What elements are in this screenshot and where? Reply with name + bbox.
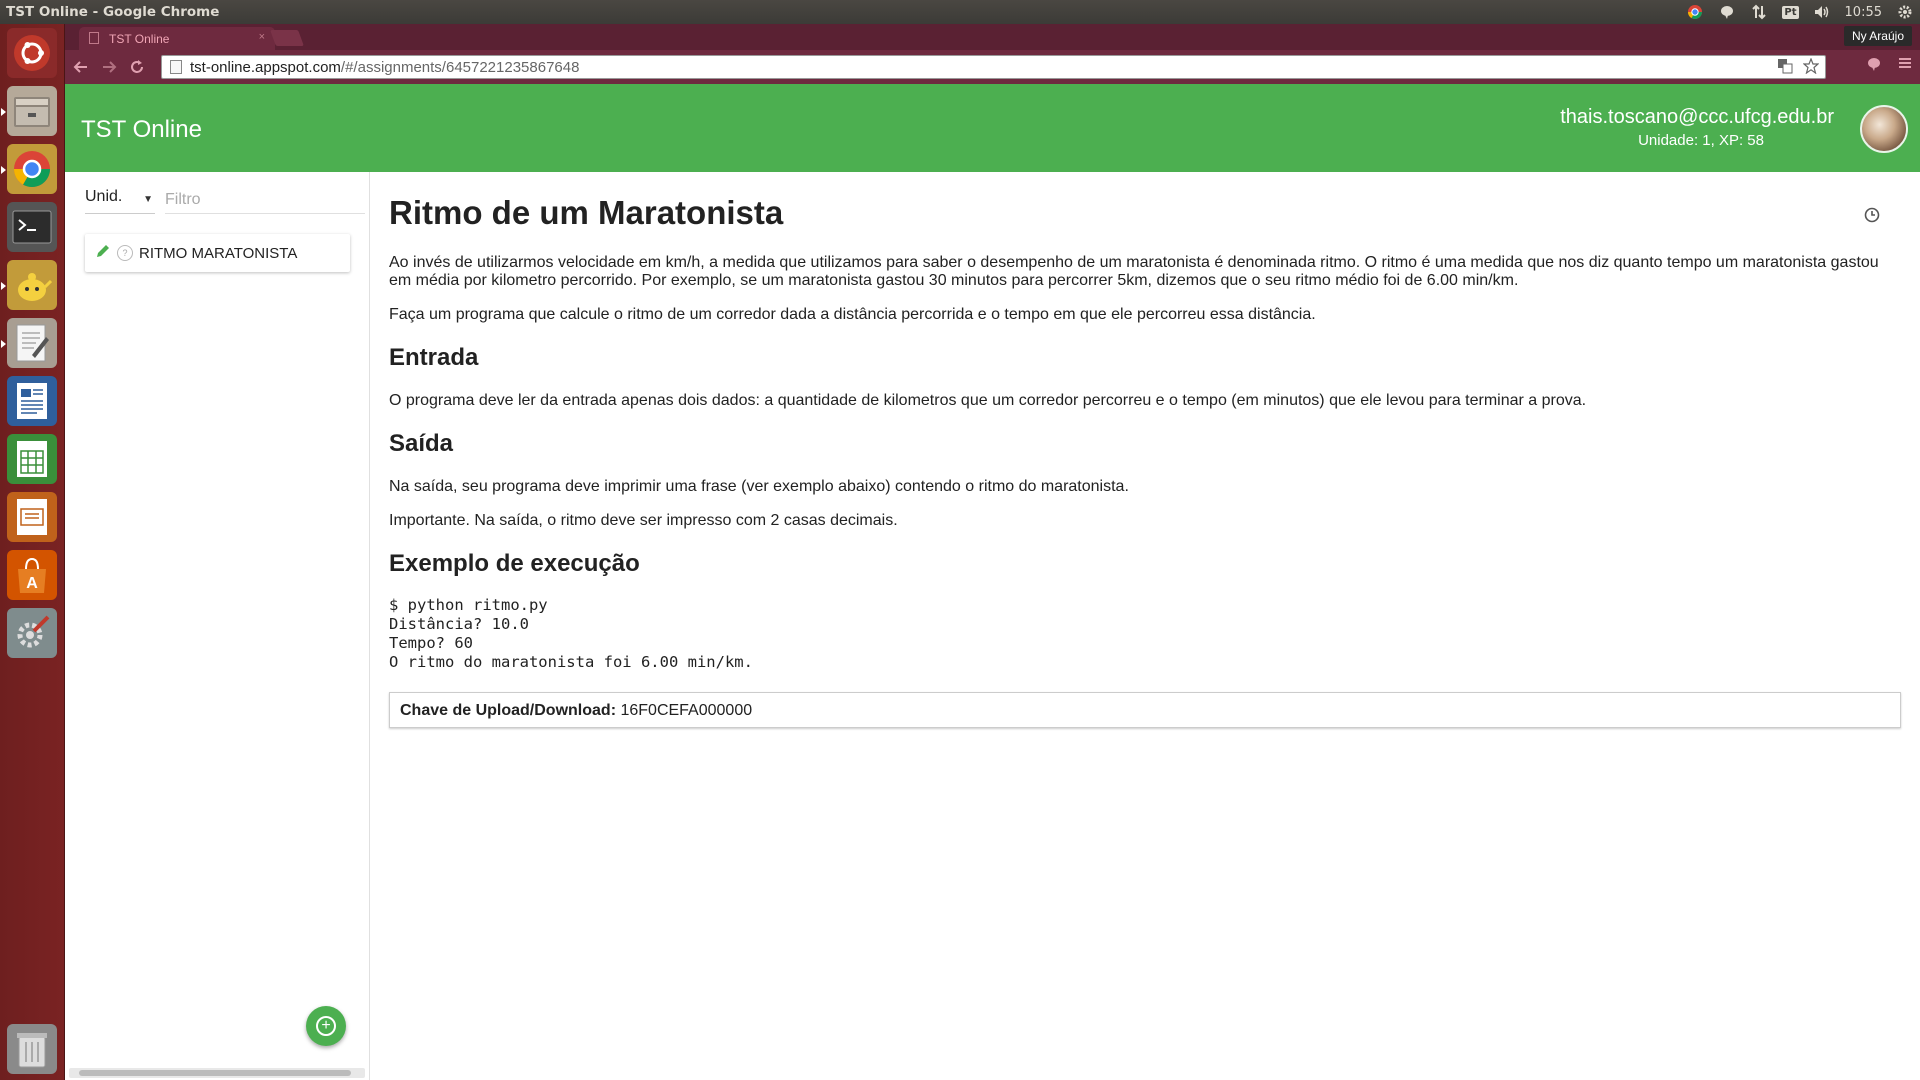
- browser-tab-strip: TST Online × Ny Araújo: [65, 24, 1920, 50]
- list-item[interactable]: ? RITMO MARATONISTA: [85, 234, 350, 272]
- chrome-icon[interactable]: [1, 144, 57, 194]
- clock[interactable]: 10:55: [1845, 5, 1882, 20]
- teapot-icon[interactable]: [1, 260, 57, 310]
- page-icon: [89, 32, 99, 44]
- launcher: A: [0, 24, 65, 1080]
- tab-title: TST Online: [109, 32, 170, 46]
- task-paragraph: Faça um programa que calcule o ritmo de …: [389, 306, 1316, 323]
- extension-icon[interactable]: [1866, 56, 1882, 77]
- output-paragraph: Na saída, seu programa deve imprimir uma…: [389, 478, 1129, 495]
- chrome-indicator-icon[interactable]: [1686, 3, 1704, 21]
- messaging-icon[interactable]: [1718, 3, 1736, 21]
- address-bar[interactable]: tst-online.appspot.com/#/assignments/645…: [161, 55, 1826, 79]
- status-icon: ?: [117, 245, 133, 261]
- ubuntu-dash-icon[interactable]: [7, 28, 57, 78]
- keyboard-language-indicator[interactable]: Pt: [1782, 5, 1799, 19]
- input-paragraph: O programa deve ler da entrada apenas do…: [389, 392, 1587, 409]
- window-title: TST Online - Google Chrome: [6, 4, 220, 20]
- history-icon[interactable]: [1863, 206, 1881, 224]
- unit-select-value: Unid.: [85, 188, 123, 205]
- upload-key-label: Chave de Upload/Download:: [400, 702, 617, 719]
- app-header: TST Online thais.toscano@ccc.ufcg.edu.br…: [65, 84, 1920, 172]
- menu-icon[interactable]: [1898, 56, 1912, 77]
- add-button[interactable]: +: [306, 1006, 346, 1046]
- upload-key-box: Chave de Upload/Download: 16F0CEFA000000: [389, 692, 1901, 728]
- avatar[interactable]: [1860, 105, 1908, 153]
- pencil-icon: [95, 243, 111, 264]
- unit-select[interactable]: Unid. ▼: [85, 188, 155, 214]
- output-heading: Saída: [389, 430, 454, 457]
- user-stats: Unidade: 1, XP: 58: [1638, 132, 1764, 149]
- url-host: tst-online.appspot.com: [190, 58, 341, 76]
- add-icon: +: [316, 1016, 336, 1036]
- filter-input[interactable]: [165, 186, 365, 214]
- settings-icon[interactable]: [7, 608, 57, 658]
- network-icon[interactable]: [1750, 3, 1768, 21]
- terminal-icon[interactable]: [7, 202, 57, 252]
- input-heading: Entrada: [389, 344, 479, 371]
- tab-close-icon[interactable]: ×: [259, 31, 265, 43]
- assignment-content: Ritmo de um Maratonista Ao invés de util…: [389, 172, 1901, 1080]
- new-tab-button[interactable]: [270, 30, 304, 46]
- files-icon[interactable]: [1, 86, 57, 136]
- upload-key-value[interactable]: 16F0CEFA000000: [620, 702, 752, 719]
- assignment-title: RITMO MARATONISTA: [139, 244, 298, 262]
- impress-icon[interactable]: [7, 492, 57, 542]
- intro-paragraph: Ao invés de utilizarmos velocidade em km…: [389, 254, 1879, 289]
- browser-toolbar: tst-online.appspot.com/#/assignments/645…: [65, 50, 1920, 84]
- forward-icon[interactable]: [95, 53, 123, 81]
- code-example: $ python ritmo.py Distância? 10.0 Tempo?…: [389, 596, 753, 671]
- reload-icon[interactable]: [123, 53, 151, 81]
- example-heading: Exemplo de execução: [389, 550, 640, 577]
- calc-icon[interactable]: [7, 434, 57, 484]
- software-center-icon[interactable]: A: [7, 550, 57, 600]
- trash-icon[interactable]: [7, 1024, 57, 1074]
- page-title: Ritmo de um Maratonista: [389, 194, 784, 231]
- writer-icon[interactable]: [7, 376, 57, 426]
- translate-icon[interactable]: [1777, 58, 1793, 78]
- browser-tab[interactable]: TST Online ×: [79, 27, 275, 50]
- text-editor-icon[interactable]: [1, 318, 57, 368]
- os-top-panel: TST Online - Google Chrome Pt 10:55: [0, 0, 1920, 24]
- app-title[interactable]: TST Online: [81, 116, 202, 144]
- svg-text:A: A: [26, 575, 38, 592]
- horizontal-scrollbar[interactable]: [69, 1068, 365, 1078]
- url-path: /#/assignments/6457221235867648: [340, 58, 580, 76]
- back-icon[interactable]: [67, 53, 95, 81]
- scrollbar-thumb[interactable]: [79, 1070, 351, 1076]
- indicators: Pt 10:55: [1686, 0, 1914, 24]
- profile-button[interactable]: Ny Araújo: [1843, 26, 1912, 46]
- settings-gear-icon[interactable]: [1896, 3, 1914, 21]
- output-note: Importante. Na saída, o ritmo deve ser i…: [389, 512, 898, 529]
- volume-icon[interactable]: [1813, 3, 1831, 21]
- chevron-down-icon: ▼: [143, 194, 153, 205]
- bookmark-star-icon[interactable]: [1802, 57, 1820, 78]
- user-email[interactable]: thais.toscano@ccc.ufcg.edu.br: [1560, 106, 1834, 129]
- assignments-sidebar: Unid. ▼ ? RITMO MARATONISTA +: [65, 172, 370, 1080]
- page-info-icon[interactable]: [170, 60, 182, 74]
